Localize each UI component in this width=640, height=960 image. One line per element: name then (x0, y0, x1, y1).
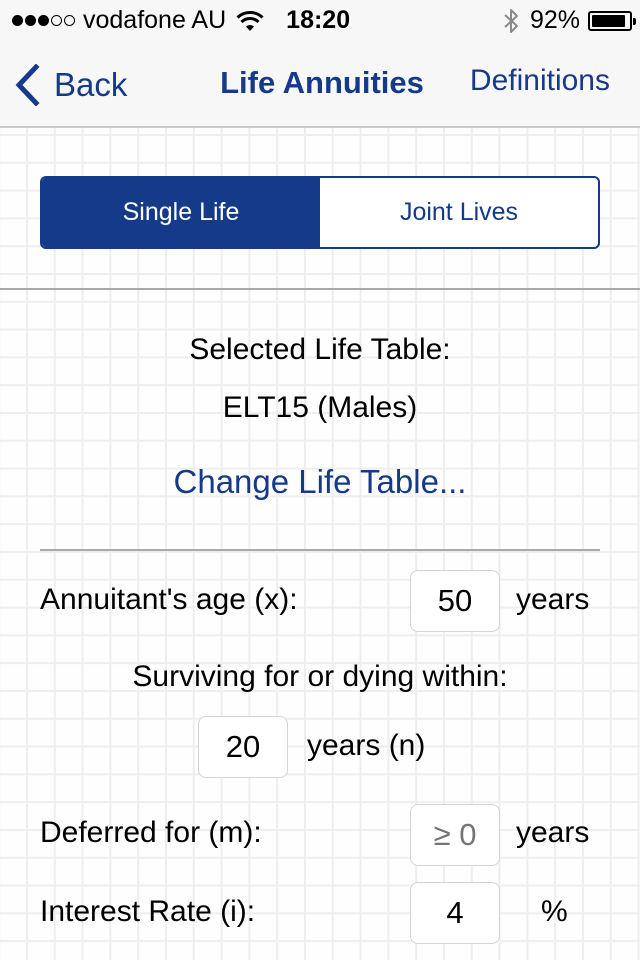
term-input[interactable] (198, 716, 288, 778)
segment-joint-lives[interactable]: Joint Lives (320, 178, 598, 247)
signal-dots-icon (12, 15, 75, 26)
wifi-icon (236, 10, 264, 31)
interest-unit: % (541, 895, 568, 928)
deferred-input[interactable] (410, 804, 500, 866)
age-input[interactable] (410, 570, 500, 632)
battery-percent: 92% (529, 6, 580, 34)
life-type-segmented-control: Single Life Joint Lives (40, 176, 600, 249)
definitions-button[interactable]: Definitions (470, 64, 610, 98)
signal-dot-filled (12, 15, 23, 26)
signal-dot-empty (64, 15, 75, 26)
battery-nub (633, 17, 636, 25)
clock: 18:20 (286, 6, 351, 34)
life-table-value: ELT15 (Males) (222, 391, 418, 424)
age-label: Annuitant's age (x): (40, 583, 298, 616)
segment-single-life[interactable]: Single Life (42, 178, 320, 247)
battery-level-fill (592, 14, 626, 27)
age-unit: years (516, 583, 590, 616)
form-divider (40, 549, 600, 551)
signal-dot-filled (38, 15, 49, 26)
deferred-unit: years (516, 816, 590, 849)
change-life-table-link[interactable]: Change Life Table... (174, 463, 467, 500)
signal-dot-empty (51, 15, 62, 26)
interest-input[interactable] (410, 882, 500, 944)
change-life-table-row: Change Life Table... (0, 463, 640, 501)
navigation-bar: Back Life Annuities Definitions (0, 40, 640, 128)
term-heading: Surviving for or dying within: (132, 660, 508, 693)
term-unit: years (n) (307, 729, 426, 762)
battery-icon (588, 10, 636, 31)
interest-label: Interest Rate (i): (40, 895, 256, 928)
carrier-name: vodafone AU (83, 6, 227, 34)
signal-dot-filled (25, 15, 36, 26)
status-bar-right: 92% (502, 6, 636, 35)
life-table-heading: Selected Life Table: (189, 333, 451, 366)
status-bar: vodafone AU 18:20 92% (0, 0, 640, 40)
bluetooth-icon (504, 8, 518, 33)
section-divider (0, 288, 640, 290)
status-bar-left: vodafone AU 18:20 (12, 6, 350, 35)
deferred-label: Deferred for (m): (40, 816, 262, 849)
